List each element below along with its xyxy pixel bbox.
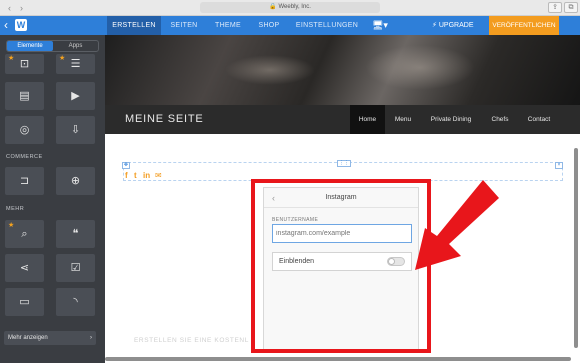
hero-highlight: [225, 55, 315, 85]
tab-shop[interactable]: SHOP: [252, 16, 286, 35]
tab-apps[interactable]: Apps: [53, 41, 98, 51]
tab-einstellungen[interactable]: EINSTELLUNGEN: [294, 16, 360, 35]
product-tag-icon[interactable]: ⊐: [5, 167, 44, 195]
hero-highlight: [365, 45, 475, 90]
vertical-scrollbar-thumb[interactable]: [574, 148, 578, 348]
vertical-scrollbar[interactable]: [573, 100, 579, 355]
delete-element-icon[interactable]: ×: [555, 162, 563, 169]
footer-promo-text: ERSTELLEN SIE EINE KOSTENL: [134, 337, 249, 344]
exit-editor-icon[interactable]: ‹: [4, 18, 14, 33]
social-share-icon[interactable]: ⋖: [5, 254, 44, 282]
topbar-spacer: [562, 16, 580, 35]
browser-back-icon[interactable]: ‹: [4, 3, 15, 13]
elements-apps-toggle: Elemente Apps: [6, 40, 99, 52]
drag-handle-icon[interactable]: ⋮⋮: [337, 160, 351, 167]
facebook-icon[interactable]: f: [125, 171, 128, 180]
section-label-more: MEHR: [6, 206, 25, 212]
tab-erstellen[interactable]: ERSTELLEN: [107, 16, 161, 35]
premium-star-icon: ★: [8, 55, 15, 62]
lightning-icon: ⚡: [432, 22, 437, 29]
browser-forward-icon[interactable]: ›: [16, 3, 27, 13]
nav-chefs[interactable]: Chefs: [483, 105, 517, 134]
checklist-icon[interactable]: ☑: [56, 254, 95, 282]
code-quote-icon[interactable]: ❝: [56, 220, 95, 248]
chat-bubble-icon[interactable]: ▭: [5, 288, 44, 316]
show-more-button[interactable]: Mehr anzeigen ›: [4, 331, 96, 345]
site-navbar: MEINE SEITE Home Menu Private Dining Che…: [105, 105, 580, 134]
desktop-preview-icon[interactable]: 🖥▾: [372, 20, 390, 31]
move-handle-icon[interactable]: ✥: [122, 162, 130, 169]
tab-theme[interactable]: THEME: [209, 16, 247, 35]
highlight-arrow: [415, 180, 499, 270]
horizontal-scrollbar-thumb[interactable]: [105, 357, 571, 361]
nav-menu[interactable]: Menu: [387, 105, 419, 134]
upgrade-button[interactable]: ⚡ UPGRADE: [432, 16, 482, 35]
mail-icon[interactable]: ✉: [155, 171, 162, 180]
horizontal-scrollbar[interactable]: [105, 355, 573, 362]
nav-contact[interactable]: Contact: [519, 105, 559, 134]
file-download-icon[interactable]: ⇩: [56, 116, 95, 144]
site-title[interactable]: MEINE SEITE: [125, 105, 203, 134]
elements-sidebar: Elemente Apps ⊡ ★ ☰ ★ ▤ ▶ ◎ ⇩ COMMERCE ⊐…: [0, 35, 105, 363]
video-icon[interactable]: ▶: [56, 82, 95, 110]
tab-seiten[interactable]: SEITEN: [165, 16, 203, 35]
document-icon[interactable]: ▤: [5, 82, 44, 110]
highlight-box: [251, 179, 431, 353]
share-icon[interactable]: ⇪: [548, 2, 562, 13]
lock-icon: 🔒: [269, 4, 277, 10]
publish-button[interactable]: VERÖFFENTLICHEN: [489, 16, 559, 35]
upgrade-label: UPGRADE: [438, 22, 474, 29]
premium-star-icon: ★: [8, 222, 15, 229]
nav-home[interactable]: Home: [350, 105, 385, 134]
tab-elemente[interactable]: Elemente: [7, 41, 53, 51]
section-label-commerce: COMMERCE: [6, 154, 43, 160]
show-more-label: Mehr anzeigen: [8, 335, 48, 341]
premium-star-icon: ★: [59, 55, 66, 62]
chevron-right-icon: ›: [90, 335, 92, 341]
rss-icon[interactable]: ◝: [56, 288, 95, 316]
tabs-icon[interactable]: ⧉: [564, 2, 578, 13]
weebly-logo: W: [15, 19, 27, 31]
nav-private-dining[interactable]: Private Dining: [423, 105, 479, 134]
url-text: Weebly, Inc.: [278, 4, 311, 10]
twitter-icon[interactable]: t: [134, 171, 137, 180]
product-search-icon[interactable]: ⊕: [56, 167, 95, 195]
compass-icon[interactable]: ◎: [5, 116, 44, 144]
browser-toolbar: ‹ › 🔒 Weebly, Inc. ⇪ ⧉: [0, 0, 580, 16]
address-bar[interactable]: 🔒 Weebly, Inc.: [200, 2, 380, 13]
arrow-shape: [415, 180, 499, 270]
hero-image: [105, 35, 580, 105]
linkedin-icon[interactable]: in: [143, 171, 150, 180]
editor-topbar: ‹ W ERSTELLEN SEITEN THEME SHOP EINSTELL…: [0, 16, 580, 35]
